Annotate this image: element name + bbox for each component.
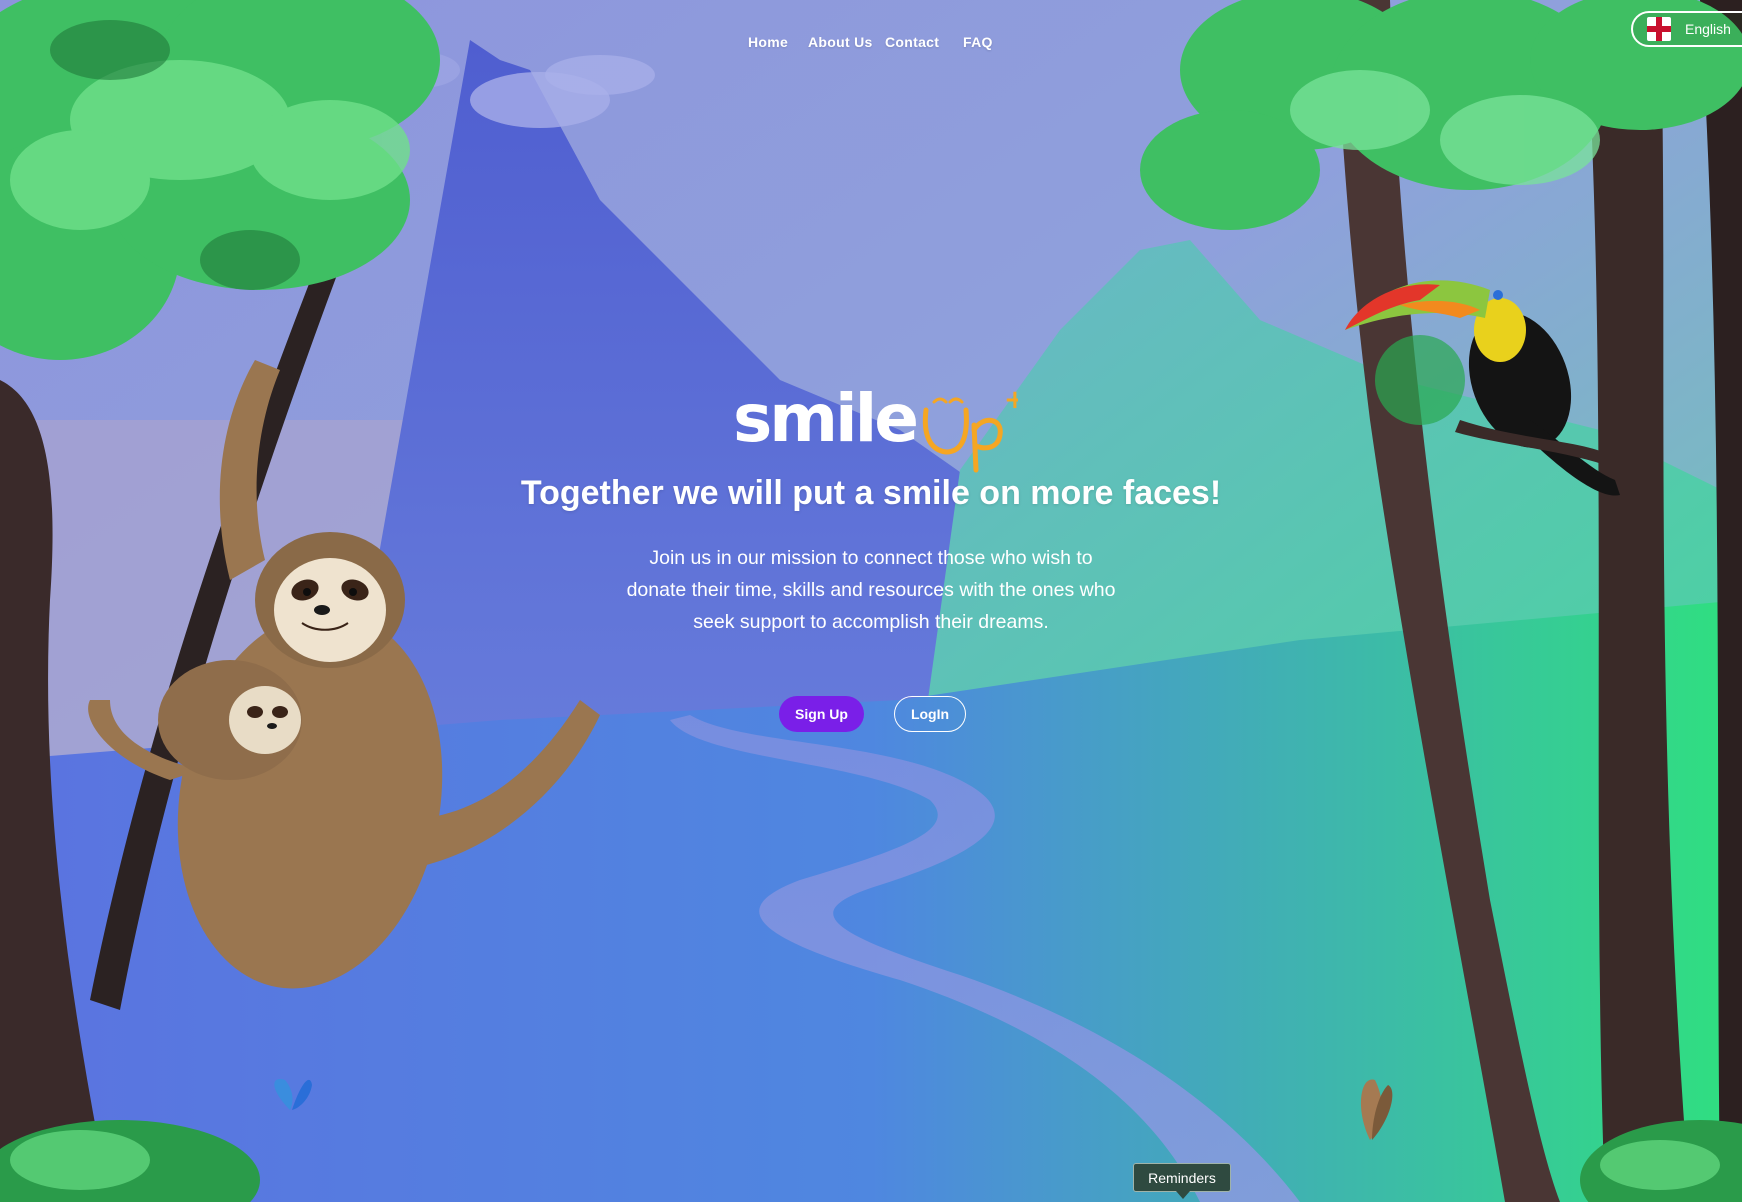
login-button[interactable]: LogIn bbox=[894, 696, 966, 732]
nav-about-link[interactable]: About Us bbox=[808, 34, 873, 50]
logo-up-mark: + bbox=[922, 385, 1018, 473]
signup-button[interactable]: Sign Up bbox=[779, 696, 864, 732]
language-selector[interactable]: English bbox=[1631, 11, 1742, 47]
hero-headline: Together we will put a smile on more fac… bbox=[520, 474, 1222, 512]
nav-faq-link[interactable]: FAQ bbox=[963, 34, 993, 50]
reminders-tooltip[interactable]: Reminders bbox=[1133, 1163, 1231, 1199]
nav-home-link[interactable]: Home bbox=[748, 34, 788, 50]
brand-logo: smile + bbox=[733, 380, 1018, 480]
reminders-label: Reminders bbox=[1148, 1169, 1216, 1186]
language-label: English bbox=[1685, 21, 1731, 37]
logo-plus: + bbox=[1004, 385, 1018, 415]
england-flag-icon bbox=[1647, 17, 1671, 41]
hero-subtext: Join us in our mission to connect those … bbox=[626, 547, 1116, 633]
nav-contact-link[interactable]: Contact bbox=[885, 34, 939, 50]
logo-wordmark: smile bbox=[733, 380, 919, 457]
